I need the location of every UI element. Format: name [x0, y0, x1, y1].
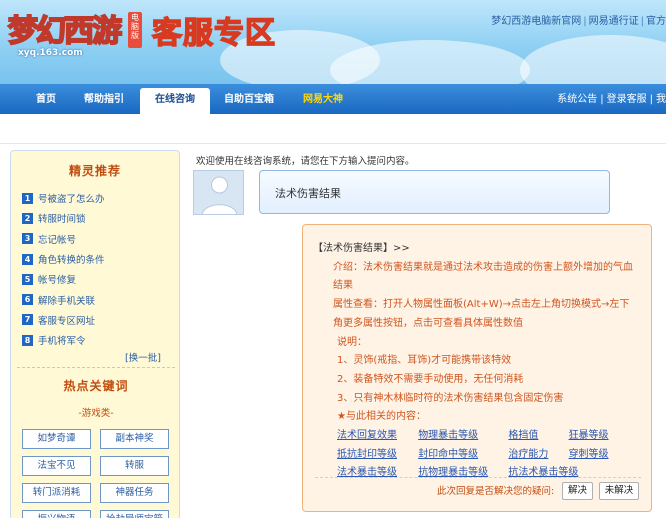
- list-item[interactable]: 8 手机将军令: [22, 330, 179, 350]
- related-link[interactable]: 穿刺等级: [569, 446, 609, 465]
- list-item[interactable]: 1 号被盗了怎么办: [22, 188, 179, 208]
- separator: |: [649, 94, 653, 105]
- related-link[interactable]: 抗法术暴击等级: [508, 464, 578, 483]
- separator: |: [583, 16, 587, 27]
- feedback-prompt: 此次回复是否解决您的疑问:: [437, 486, 555, 497]
- related-link[interactable]: 格挡值: [508, 427, 565, 446]
- hot-keywords-title: 热点关键词: [63, 379, 129, 393]
- top-links: 梦幻西游电脑新官网 | 网易通行证 | 官方: [491, 12, 666, 27]
- note-item: 2、装备特效不需要手动使用，无任何消耗: [337, 373, 524, 385]
- item-number: 4: [22, 253, 33, 265]
- related-link[interactable]: 封印命中等级: [418, 446, 505, 465]
- logo-tag: 电脑版: [128, 12, 142, 48]
- divider: [315, 477, 641, 478]
- logo[interactable]: 梦幻西游: [7, 6, 123, 50]
- item-label: 忘记帐号: [38, 234, 77, 246]
- user-icon: [202, 176, 237, 214]
- keyword-button[interactable]: 法宝不见: [22, 456, 91, 476]
- nav-item-help[interactable]: 帮助指引: [84, 84, 124, 114]
- my-link[interactable]: 我: [656, 94, 666, 105]
- resolved-button[interactable]: 解决: [562, 482, 593, 500]
- keyword-button[interactable]: 副本神奖: [100, 429, 169, 449]
- answer-check: 属性查看：打开人物属性面板(Alt+W)→点击左上角切换模式→左下角更多属性按钮…: [333, 299, 630, 329]
- logo-domain: xyq.163.com: [18, 48, 83, 58]
- official-link[interactable]: 官方: [646, 16, 666, 27]
- answer-heading: 【法术伤害结果】>>: [313, 243, 410, 254]
- sidebar-title: 精灵推荐: [68, 164, 121, 178]
- related-link[interactable]: 狂暴等级: [569, 427, 609, 446]
- item-label: 客服专区网址: [38, 315, 96, 327]
- nav-item-netease-god[interactable]: 网易大神: [303, 84, 343, 114]
- item-label: 帐号修复: [38, 275, 77, 287]
- related-links-row: 法术暴击等级 抗物理暴击等级 抗法术暴击等级: [313, 464, 638, 483]
- official-site-link[interactable]: 梦幻西游电脑新官网: [491, 16, 581, 27]
- login-link[interactable]: 登录客服: [607, 94, 647, 105]
- separator: |: [640, 16, 644, 27]
- related-link[interactable]: 抵抗封印等级: [337, 446, 415, 465]
- related-link[interactable]: 法术回复效果: [337, 427, 415, 446]
- keyword-button[interactable]: 如梦奇谭: [22, 429, 91, 449]
- welcome-text: 欢迎使用在线咨询系统，请您在下方输入提问内容。: [196, 156, 415, 167]
- keyword-button[interactable]: 振兴物语: [22, 510, 91, 518]
- list-item[interactable]: 5 帐号修复: [22, 269, 179, 289]
- item-label: 号被盗了怎么办: [38, 194, 105, 206]
- item-number: 6: [22, 294, 33, 306]
- related-link[interactable]: 治疗能力: [508, 446, 565, 465]
- main-nav: 首页 帮助指引 在线咨询 自助百宝箱 网易大神 系统公告 | 登录客服 | 我: [0, 84, 666, 114]
- answer-bubble: 【法术伤害结果】>> 介绍：法术伤害结果就是通过法术攻击造成的伤害上额外增加的气…: [302, 224, 652, 512]
- nav-item-home[interactable]: 首页: [36, 84, 56, 114]
- avatar: [193, 170, 244, 215]
- page-title: 客服专区: [151, 15, 276, 52]
- keyword-button[interactable]: 抢劫导师宝箱: [100, 510, 169, 518]
- sub-bar: [0, 114, 666, 144]
- item-label: 解除手机关联: [38, 295, 96, 307]
- related-title: ★与此相关的内容：: [337, 411, 426, 423]
- unresolved-button[interactable]: 未解决: [599, 482, 639, 500]
- related-links-row: 抵抗封印等级 封印命中等级 治疗能力 穿刺等级: [313, 446, 638, 465]
- category-label: -游戏类-: [78, 408, 114, 419]
- item-number: 3: [22, 233, 33, 245]
- list-item[interactable]: 4 角色转换的条件: [22, 249, 179, 269]
- item-number: 1: [22, 192, 33, 204]
- site-header: 梦幻西游 电脑版 xyq.163.com 客服专区 梦幻西游电脑新官网 | 网易通行…: [0, 0, 666, 84]
- item-number: 7: [22, 314, 33, 326]
- related-link[interactable]: 抗物理暴击等级: [418, 464, 505, 483]
- divider: [17, 367, 175, 368]
- header-cloud: [520, 35, 666, 84]
- item-label: 手机将军令: [38, 336, 86, 348]
- list-item[interactable]: 6 解除手机关联: [22, 289, 179, 309]
- nav-right-links: 系统公告 | 登录客服 | 我: [557, 84, 666, 114]
- nav-item-self-service[interactable]: 自助百宝箱: [224, 84, 274, 114]
- sidebar: 精灵推荐 1 号被盗了怎么办 2 转服时间锁 3 忘记帐号 4 角色转换的条件 5 帐号修…: [10, 150, 180, 518]
- list-item[interactable]: 2 转服时间锁: [22, 208, 179, 228]
- related-links-row: 法术回复效果 物理暴击等级 格挡值 狂暴等级: [313, 427, 638, 446]
- item-number: 2: [22, 212, 33, 224]
- nav-item-online-consult[interactable]: 在线咨询: [140, 88, 210, 114]
- passport-link[interactable]: 网易通行证: [589, 16, 639, 27]
- item-number: 8: [22, 334, 33, 346]
- keyword-button[interactable]: 神器任务: [100, 483, 169, 503]
- keyword-button[interactable]: 转服: [100, 456, 169, 476]
- keyword-button[interactable]: 转门派消耗: [22, 483, 91, 503]
- separator: |: [600, 94, 604, 105]
- notes-title: 说明：: [337, 336, 367, 348]
- announcement-link[interactable]: 系统公告: [557, 94, 597, 105]
- answer-intro: 介绍：法术伤害结果就是通过法术攻击造成的伤害上额外增加的气血结果: [333, 261, 633, 292]
- item-number: 5: [22, 273, 33, 285]
- list-item[interactable]: 7 客服专区网址: [22, 310, 179, 330]
- list-item[interactable]: 3 忘记帐号: [22, 229, 179, 249]
- related-link[interactable]: 法术暴击等级: [337, 464, 415, 483]
- recommend-list: 1 号被盗了怎么办 2 转服时间锁 3 忘记帐号 4 角色转换的条件 5 帐号修复 6 解除…: [11, 188, 179, 350]
- note-item: 3、只有神木林临时符的法术伤害结果包含固定伤害: [337, 392, 564, 404]
- user-question-bubble: 法术伤害结果: [259, 170, 610, 214]
- answer-content: 【法术伤害结果】>> 介绍：法术伤害结果就是通过法术攻击造成的伤害上额外增加的气…: [313, 240, 638, 483]
- item-label: 转服时间锁: [38, 214, 86, 226]
- refresh-list-link[interactable]: [换一批]: [125, 350, 161, 364]
- note-item: 1、灵饰(戒指、耳饰)才可能携带该特效: [337, 355, 512, 367]
- item-label: 角色转换的条件: [38, 255, 105, 267]
- related-link[interactable]: 物理暴击等级: [418, 427, 505, 446]
